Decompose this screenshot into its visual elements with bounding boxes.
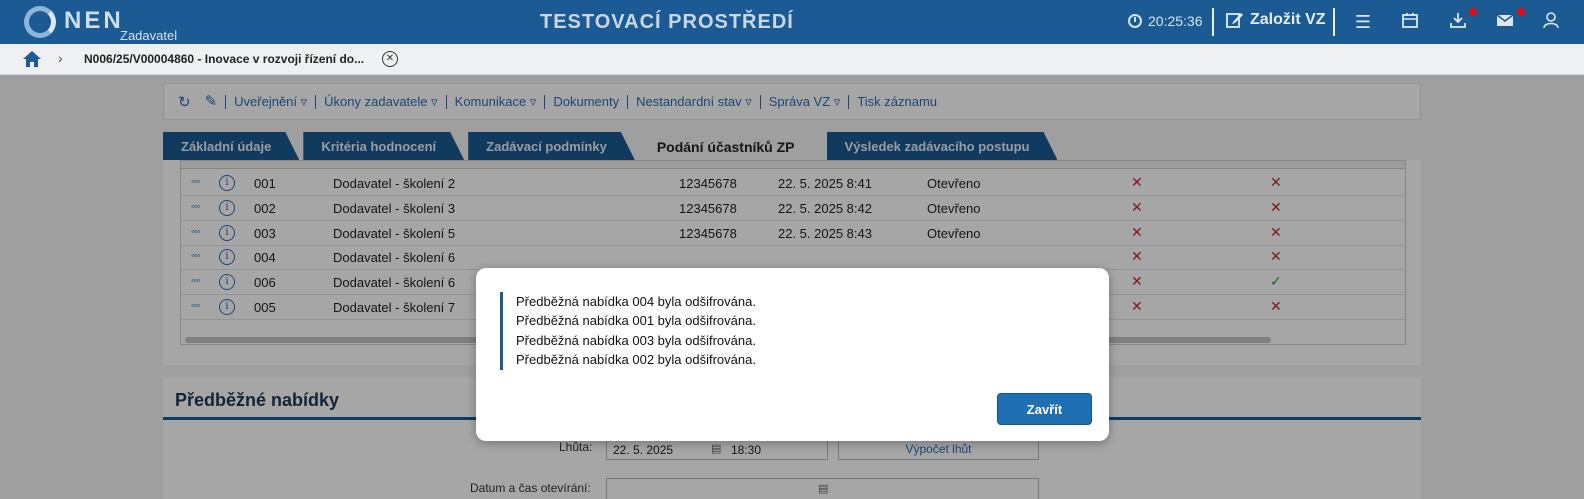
header-divider — [1333, 8, 1335, 36]
breadcrumb-current[interactable]: N006/25/V00004860 - Inovace v rozvoji ří… — [84, 52, 364, 66]
header-divider — [1212, 8, 1214, 36]
menu-icon[interactable]: ☰ — [1352, 11, 1374, 33]
message-line: Předběžná nabídka 003 byla odšifrována. — [516, 332, 756, 348]
create-vz-label: Založit VZ — [1250, 11, 1326, 28]
breadcrumb: › N006/25/V00004860 - Inovace v rozvoji … — [0, 44, 1584, 75]
session-clock: 20:25:36 — [1128, 13, 1203, 29]
top-header: NEN Zadavatel TESTOVACÍ PROSTŘEDÍ 20:25:… — [0, 0, 1584, 44]
chevron-right-icon: › — [58, 50, 63, 66]
edit-icon — [1226, 13, 1243, 28]
logo-ring-icon — [24, 6, 56, 38]
close-button[interactable]: Zavřít — [997, 393, 1092, 425]
message-line: Předběžná nabídka 002 byla odšifrována. — [516, 352, 756, 368]
logo-text: NEN — [64, 7, 124, 34]
download-notification-dot — [1469, 8, 1477, 16]
home-icon[interactable] — [22, 50, 42, 68]
download-icon[interactable] — [1447, 11, 1469, 33]
decryption-result-dialog: Předběžná nabídka 004 byla odšifrována. … — [476, 268, 1109, 441]
logo-subtitle: Zadavatel — [120, 28, 178, 43]
mail-notification-dot — [1517, 8, 1525, 16]
clock-time: 20:25:36 — [1148, 13, 1203, 29]
message-line: Předběžná nabídka 001 byla odšifrována. — [516, 313, 756, 329]
close-tab-icon[interactable]: ✕ — [382, 51, 398, 67]
user-icon[interactable] — [1540, 11, 1562, 33]
calendar-icon[interactable] — [1399, 11, 1421, 33]
environment-title: TESTOVACÍ PROSTŘEDÍ — [540, 11, 794, 33]
create-vz-button[interactable]: Založit VZ — [1226, 11, 1326, 29]
message-list: Předběžná nabídka 004 byla odšifrována. … — [500, 292, 1080, 370]
clock-icon — [1128, 14, 1142, 28]
mail-icon[interactable] — [1494, 11, 1516, 33]
message-line: Předběžná nabídka 004 byla odšifrována. — [516, 294, 756, 309]
